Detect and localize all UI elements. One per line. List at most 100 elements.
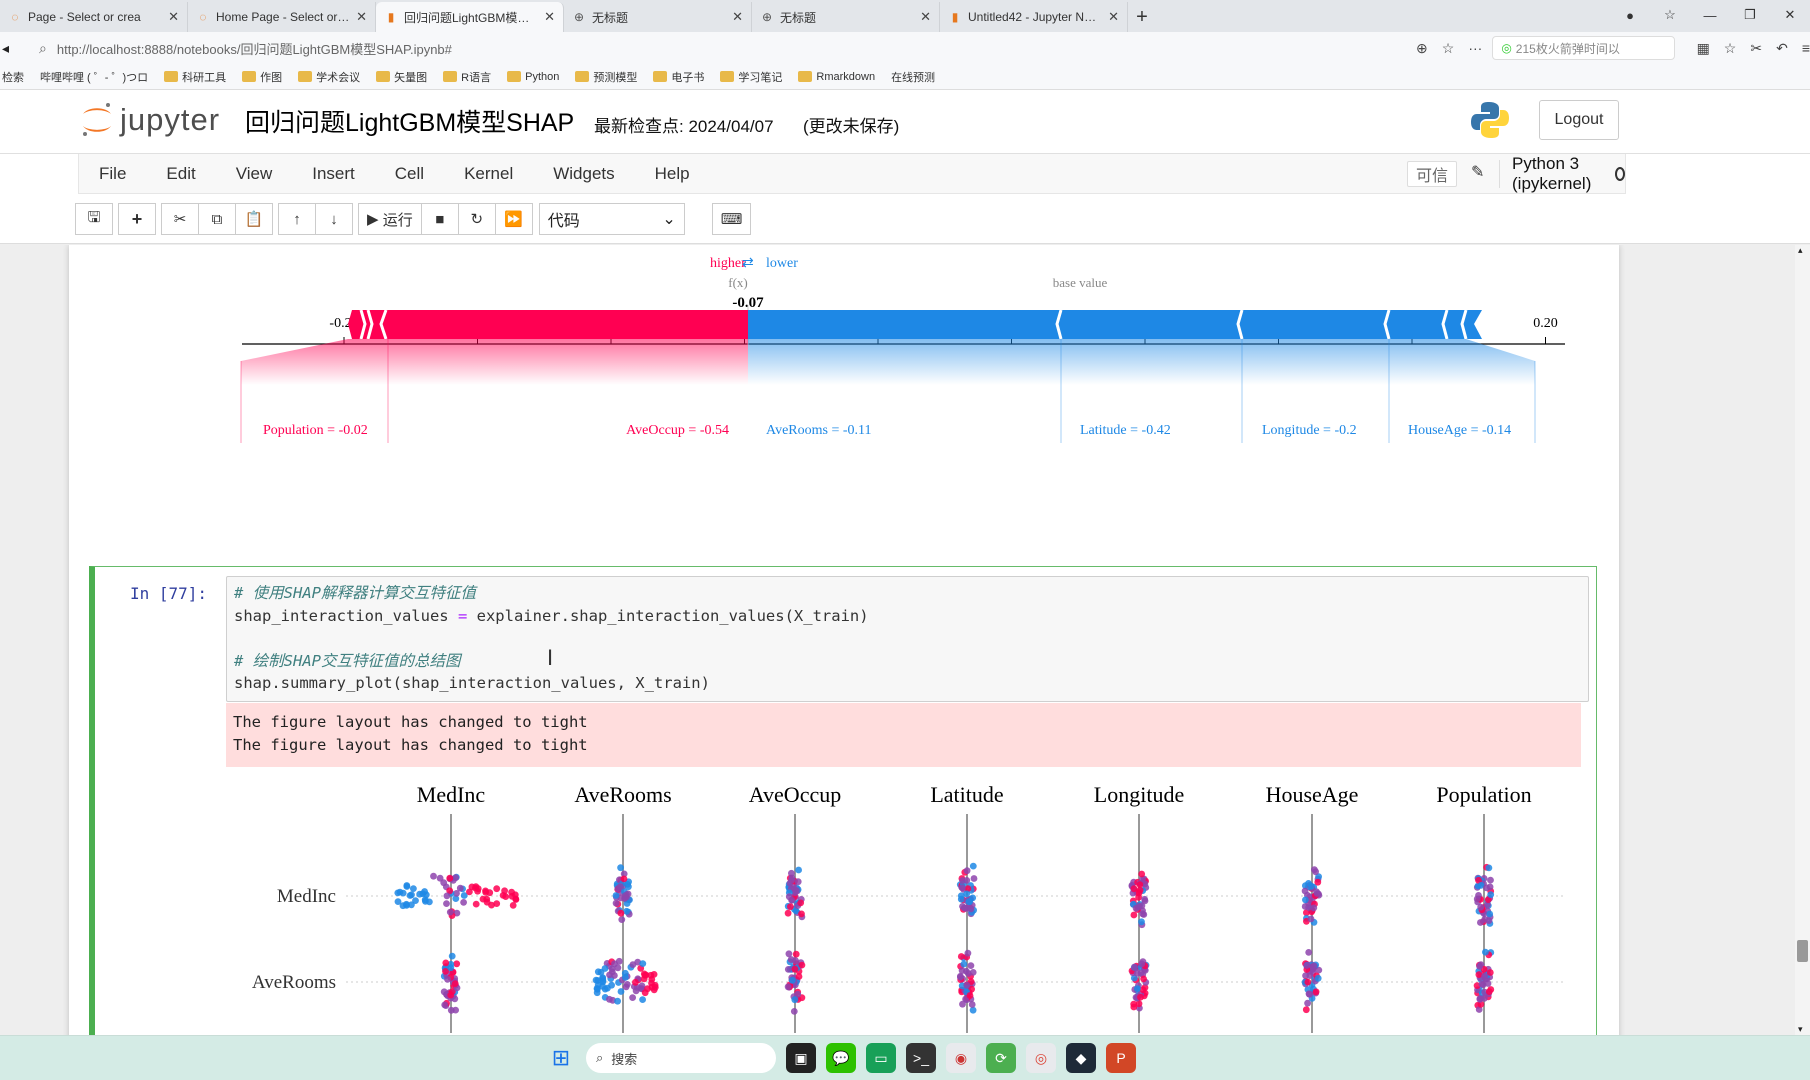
close-window-icon[interactable]: ✕ [1770,0,1810,30]
browser-tab[interactable]: ⊕ 无标题 ✕ [564,2,752,32]
swap-arrows-icon: ⇄ [742,256,754,271]
paste-button[interactable]: 📋 [235,203,273,235]
shap-point [963,981,971,989]
scroll-up-icon[interactable]: ▴ [1798,245,1803,256]
shap-point [1486,969,1494,976]
task-view-icon[interactable]: ▣ [786,1043,816,1073]
move-up-button[interactable]: ↑ [278,203,316,235]
new-tab-button[interactable]: + [1128,2,1156,32]
bookmark-item[interactable]: R语言 [443,69,491,85]
bookmark-item[interactable]: 矢量图 [376,69,427,85]
bookmark-item[interactable]: 学习笔记 [720,69,782,85]
trusted-badge[interactable]: 可信 [1407,161,1458,187]
menu-insert[interactable]: Insert [292,164,375,184]
menu-icon[interactable]: ≡ [1802,40,1810,56]
column-title: Longitude [1094,782,1184,807]
shap-point [452,874,459,882]
close-tab-icon[interactable]: ✕ [1108,9,1119,25]
terminal-icon[interactable]: >_ [906,1043,936,1073]
browser-tab[interactable]: ▮ Untitled42 - Jupyter Noteb ✕ [940,2,1128,32]
vpn-icon[interactable]: ◆ [1066,1043,1096,1073]
shap-point [618,916,626,923]
taskbar-search[interactable]: ⌕ 搜索 [586,1043,776,1073]
menu-kernel[interactable]: Kernel [444,164,533,184]
restart-button[interactable]: ↻ [457,203,496,235]
start-windows-icon[interactable]: ⊞ [546,1043,576,1073]
command-palette-button[interactable]: ⌨ [711,203,752,235]
run-button[interactable]: ▶ 运行 [358,203,422,235]
sync-icon[interactable]: ⟳ [986,1043,1016,1073]
zoom-icon[interactable]: ⊕ [1416,40,1428,57]
jupyter-logo[interactable]: jupyter [80,100,220,140]
move-down-button[interactable]: ↓ [315,203,353,235]
shap-point [1314,878,1322,886]
shap-point [472,900,480,908]
interrupt-button[interactable]: ■ [420,203,459,235]
favorites-icon[interactable]: ☆ [1724,40,1737,57]
logout-button[interactable]: Logout [1539,100,1619,140]
bookmark-item[interactable]: 作图 [242,69,282,85]
chrome-icon[interactable]: ◎ [1026,1043,1056,1073]
browser-tab[interactable]: ◌ Page - Select or crea ✕ [0,2,188,32]
close-tab-icon[interactable]: ✕ [168,9,179,25]
bookmark-item[interactable]: 学术会议 [298,69,360,85]
shap-point [1137,993,1144,1001]
restart-run-all-button[interactable]: ⏩ [494,203,533,235]
notebook-title[interactable]: 回归问题LightGBM模型SHAP [245,103,574,139]
shap-point [444,976,451,983]
bookmark-item[interactable]: 科研工具 [164,69,226,85]
lower-label: lower [766,256,798,271]
cell-type-select[interactable]: 代码 ⌄ [538,203,685,235]
undo-icon[interactable]: ↶ [1776,40,1788,57]
browser-tab[interactable]: ⊕ 无标题 ✕ [752,2,940,32]
menu-help[interactable]: Help [635,164,710,184]
cut-button[interactable]: ✂ [161,203,199,235]
save-button[interactable]: 🖫 [75,203,113,235]
insert-cell-button[interactable]: + [118,203,156,235]
page-scrollbar[interactable]: ▴ ▾ [1795,245,1810,1035]
bookmark-item[interactable]: 在线预测 [891,69,935,85]
menu-view[interactable]: View [216,164,293,184]
feature-label-latitude: Latitude = -0.42 [1080,423,1171,438]
wechat-icon[interactable]: 💬 [826,1043,856,1073]
star-icon[interactable]: ☆ [1442,40,1455,57]
scrollbar-thumb[interactable] [1797,940,1808,962]
more-icon[interactable]: ··· [1468,40,1482,56]
menu-edit[interactable]: Edit [146,164,215,184]
bookmark-item[interactable]: 哔哩哔哩 ( ゜- ゜)つロ [40,69,148,85]
browser-tab[interactable]: ◌ Home Page - Select or cre ✕ [188,2,376,32]
browser-search-field[interactable]: ◎ 215枚火箭弹时间以 [1492,36,1675,60]
bookmark-item[interactable]: 检索 [2,69,24,85]
restore-icon[interactable]: ❐ [1730,0,1770,30]
shap-point [614,997,621,1005]
copy-button[interactable]: ⧉ [198,203,236,235]
close-tab-icon[interactable]: ✕ [732,9,743,25]
feature-label-averooms: AveRooms = -0.11 [766,423,872,438]
bookmark-item[interactable]: Rmarkdown [798,71,875,83]
code-editor[interactable]: # 使用SHAP解释器计算交互特征值 shap_interaction_valu… [226,576,1589,702]
close-tab-icon[interactable]: ✕ [356,9,367,25]
close-tab-icon[interactable]: ✕ [920,9,931,25]
powerpoint-icon[interactable]: P [1106,1043,1136,1073]
tools-icon[interactable]: ✂ [1750,40,1762,57]
bookmark-item[interactable]: 预测模型 [575,69,637,85]
browser-tab[interactable]: ▮ 回归问题LightGBM模型SHAP ✕ [376,2,564,32]
menu-file[interactable]: File [79,164,146,184]
scroll-down-icon[interactable]: ▾ [1798,1024,1803,1035]
shap-point [599,978,607,986]
bookmark-item[interactable]: Python [507,71,559,83]
minimize-icon[interactable]: — [1690,0,1730,30]
row-label: MedInc [277,886,336,907]
back-icon[interactable]: ◂ [2,40,9,57]
url-field[interactable]: ⌕ http://localhost:8888/notebooks/回归问题Li… [39,35,1416,61]
remote-desktop-icon[interactable]: ▭ [866,1043,896,1073]
browser-icon[interactable]: ◉ [946,1043,976,1073]
close-tab-icon[interactable]: ✕ [544,9,555,25]
bookmark-item[interactable]: 电子书 [653,69,704,85]
collections-icon[interactable]: ☆ [1650,0,1690,30]
profile-icon[interactable]: ● [1610,0,1650,30]
menu-cell[interactable]: Cell [375,164,444,184]
edit-pencil-icon[interactable]: ✎ [1471,162,1484,182]
menu-widgets[interactable]: Widgets [533,164,634,184]
apps-icon[interactable]: ▦ [1697,40,1710,57]
